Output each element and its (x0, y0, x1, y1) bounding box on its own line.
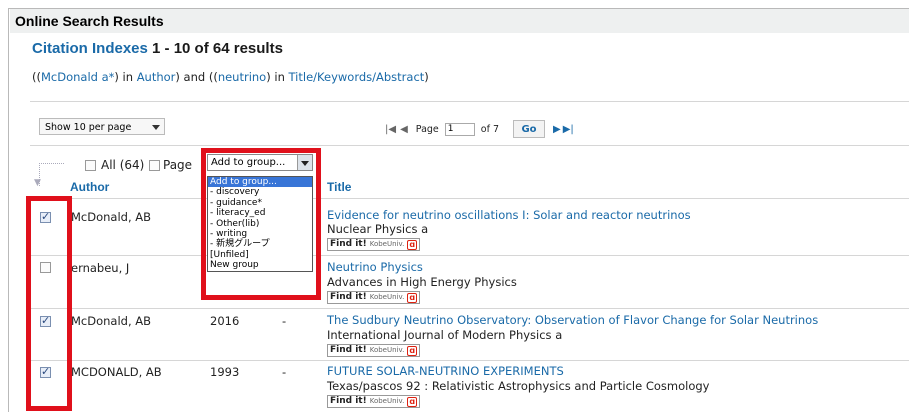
query-text: ) in (266, 70, 289, 84)
row-checkbox[interactable] (40, 262, 51, 273)
group-option[interactable]: Add to group... (208, 177, 312, 188)
tree-connector (39, 163, 64, 186)
group-option[interactable]: - discovery (208, 187, 312, 197)
group-option[interactable]: - literacy_ed (208, 208, 312, 218)
group-option[interactable]: New group (208, 260, 312, 270)
per-page-select[interactable]: Show 10 per page (39, 118, 165, 135)
search-query: ((McDonald a*) in Author) and ((neutrino… (32, 70, 429, 84)
group-dropdown-list: Add to group... - discovery - guidance* … (207, 176, 313, 272)
row-dash: - (282, 365, 287, 379)
row-author: McDonald, AB (71, 314, 152, 328)
next-page-icon[interactable]: ▶ (553, 124, 561, 135)
column-header-title[interactable]: Title (327, 180, 351, 194)
library-logo-icon: ɑ (407, 239, 418, 250)
row-checkbox[interactable] (40, 314, 51, 327)
kobe-univ-label: KobeUniv. (369, 240, 405, 248)
row-year: 2016 (210, 314, 240, 328)
row-author: MCDONALD, AB (71, 365, 162, 379)
kobe-univ-label: KobeUniv. (369, 397, 405, 405)
row-checkbox[interactable] (40, 365, 51, 378)
arrow-down-icon: ▼ (34, 178, 41, 188)
row-dash: - (282, 314, 287, 328)
dropdown-arrow-icon[interactable] (297, 155, 312, 170)
find-it-label: Find it! (330, 239, 367, 249)
go-button[interactable]: Go (513, 120, 545, 138)
find-it-button[interactable]: Find it! KobeUniv. ɑ (327, 344, 421, 357)
group-option[interactable]: - Other(lib) (208, 219, 312, 229)
per-page-label: Show 10 per page (45, 122, 132, 133)
kobe-univ-label: KobeUniv. (369, 346, 405, 354)
chevron-down-icon (152, 125, 160, 130)
query-text: ) in (114, 70, 137, 84)
find-it-button[interactable]: Find it! KobeUniv. ɑ (327, 238, 421, 251)
find-it-label: Find it! (330, 292, 367, 302)
page-label: Page (415, 123, 439, 135)
add-to-group-select[interactable]: Add to group... (207, 154, 313, 171)
pagination: |◀ ◀ Page of 7 Go ▶ ▶| (385, 120, 574, 138)
row-checkbox[interactable] (40, 210, 51, 223)
page-number-input[interactable] (444, 122, 475, 136)
row-journal: Nuclear Physics a (327, 222, 429, 236)
page-title: Online Search Results (15, 13, 164, 29)
row-journal: Texas/pascos 92 : Relativistic Astrophys… (327, 379, 710, 393)
row-author: McDonald, AB (71, 210, 152, 224)
query-author-term-link[interactable]: McDonald a* (41, 70, 114, 84)
divider (30, 101, 909, 102)
group-option[interactable]: [Unfiled] (208, 250, 312, 260)
select-all-checkbox[interactable] (85, 160, 96, 171)
query-title-term-link[interactable]: neutrino (218, 70, 266, 84)
find-it-button[interactable]: Find it! KobeUniv. ɑ (327, 291, 421, 304)
row-title-link[interactable]: Evidence for neutrino oscillations I: So… (327, 208, 691, 222)
page-count: of 7 (480, 123, 499, 135)
divider (30, 198, 909, 199)
query-text: ) and (( (175, 70, 218, 84)
row-title-link[interactable]: Neutrino Physics (327, 260, 423, 274)
kobe-univ-label: KobeUniv. (369, 293, 405, 301)
divider (30, 255, 909, 256)
library-logo-icon: ɑ (407, 292, 418, 303)
group-option[interactable]: - guidance* (208, 198, 312, 208)
query-text: ) (424, 70, 429, 84)
divider (30, 145, 909, 146)
row-title-link[interactable]: The Sudbury Neutrino Observatory: Observ… (327, 313, 818, 327)
last-page-icon[interactable]: ▶| (563, 124, 574, 135)
row-journal: International Journal of Modern Physics … (327, 328, 563, 342)
select-page-label: Page (163, 158, 193, 172)
library-logo-icon: ɑ (407, 345, 418, 356)
group-option[interactable]: - 新規グループ (208, 239, 312, 249)
row-author: ernabeu, J (71, 261, 130, 275)
find-it-label: Find it! (330, 345, 367, 355)
first-page-icon[interactable]: |◀ (385, 124, 396, 135)
row-year: 1993 (210, 365, 240, 379)
prev-page-icon[interactable]: ◀ (400, 124, 408, 135)
column-header-author[interactable]: Author (70, 180, 109, 194)
select-all-label: All (64) (101, 158, 145, 172)
select-page-checkbox[interactable] (149, 160, 160, 171)
find-it-button[interactable]: Find it! KobeUniv. ɑ (327, 395, 421, 408)
query-author-field-link[interactable]: Author (137, 70, 176, 84)
group-option[interactable]: - writing (208, 229, 312, 239)
query-text: (( (32, 70, 41, 84)
result-range: 1 - 10 of 64 results (152, 40, 283, 57)
citation-index-label: Citation Indexes (32, 40, 148, 57)
add-to-group-value: Add to group... (211, 157, 286, 168)
find-it-label: Find it! (330, 396, 367, 406)
citation-heading: Citation Indexes 1 - 10 of 64 results (32, 40, 283, 57)
divider (30, 308, 909, 309)
library-logo-icon: ɑ (407, 396, 418, 407)
row-title-link[interactable]: FUTURE SOLAR-NEUTRINO EXPERIMENTS (327, 364, 564, 378)
row-journal: Advances in High Energy Physics (327, 275, 517, 289)
divider (30, 360, 909, 361)
query-title-field-link[interactable]: Title/Keywords/Abstract (289, 70, 425, 84)
